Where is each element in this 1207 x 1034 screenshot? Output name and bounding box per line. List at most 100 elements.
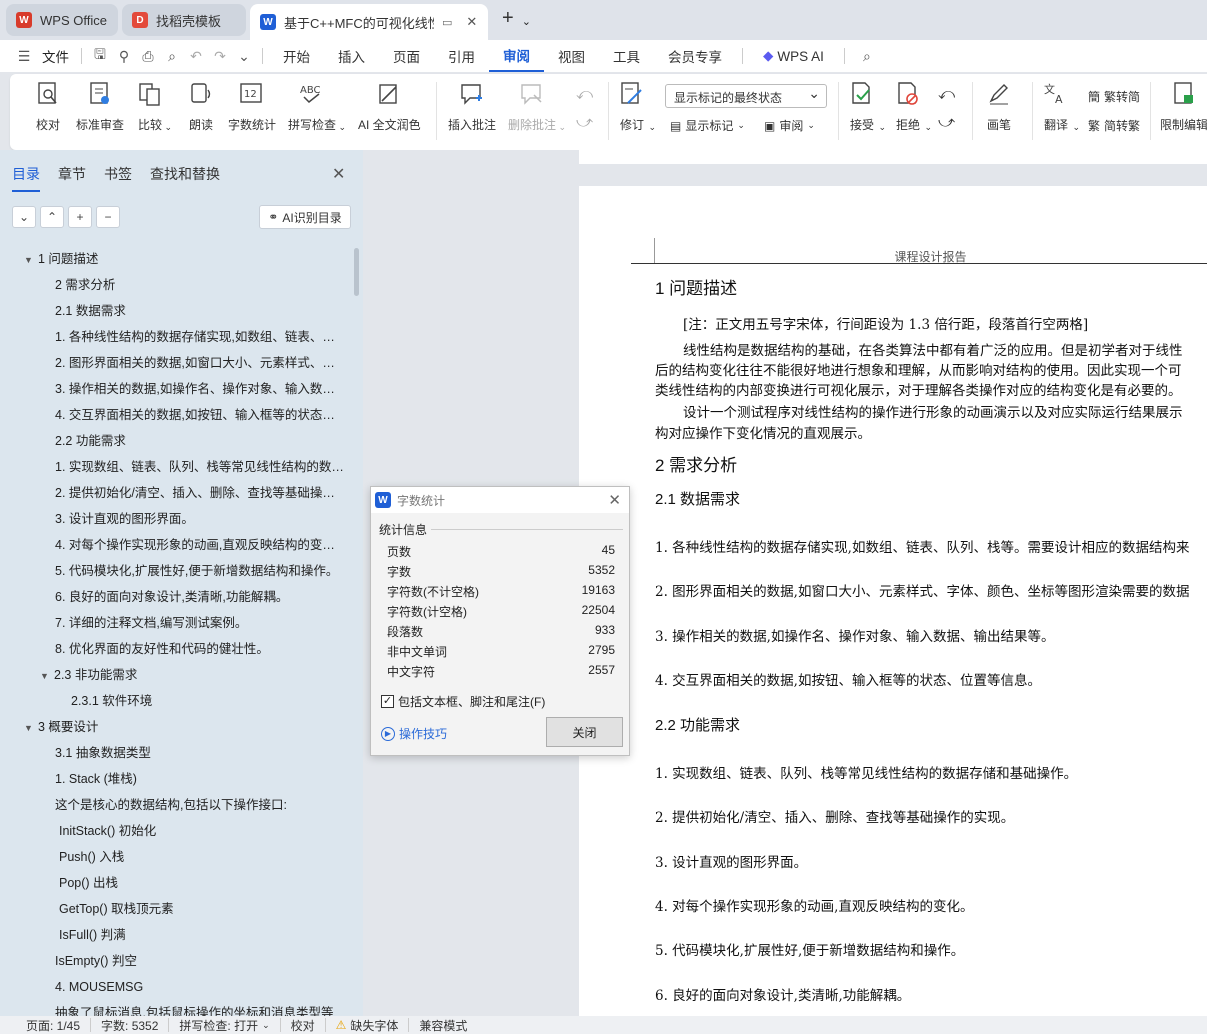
revision-button[interactable]: 修订 ⌄ [618, 80, 656, 133]
toc-item[interactable]: 2.3.1 软件环境 [71, 688, 345, 714]
hamburger-icon[interactable]: ☰ [12, 48, 36, 65]
insert-comment-button[interactable]: 插入批注 [448, 80, 496, 133]
toc-item[interactable]: GetTop() 取栈顶元素 [59, 896, 345, 922]
toc-item[interactable]: IsEmpty() 判空 [55, 948, 345, 974]
chevron-down-icon[interactable]: ⌄ [232, 48, 256, 65]
toc-item[interactable]: 6. 良好的面向对象设计,类清晰,功能解耦。 [55, 584, 345, 610]
ai-polish-button[interactable]: AI 全文润色 [358, 80, 421, 133]
collapse-down-button[interactable]: ⌄ [12, 206, 36, 228]
prev-change-button[interactable]: ⤺ [938, 86, 955, 104]
pen-button[interactable]: 画笔 [985, 80, 1013, 133]
toc-item[interactable]: 5. 代码模块化,扩展性好,便于新增数据结构和操作。 [55, 558, 345, 584]
chevron-down-icon[interactable]: ⌄ [522, 15, 531, 28]
tab-chapters[interactable]: 章节 [58, 164, 86, 192]
toc-item[interactable]: 4. 对每个操作实现形象的动画,直观反映结构的变化。 [55, 532, 345, 558]
toc-item[interactable]: 这个是核心的数据结构,包括以下操作接口: [55, 792, 345, 818]
menu-file[interactable]: 文件 [36, 46, 75, 66]
menu-tools[interactable]: 工具 [599, 40, 654, 72]
remove-heading-button[interactable]: − [96, 206, 120, 228]
menu-home[interactable]: 开始 [269, 40, 324, 72]
toc-item[interactable]: 2.2 功能需求 [55, 428, 345, 454]
next-comment-button[interactable]: ⤻ [576, 114, 593, 132]
to-simplified-button[interactable]: 繁简转繁 [1088, 117, 1140, 134]
tab-wps-office[interactable]: W WPS Office [6, 4, 118, 36]
toc-scrollbar[interactable] [354, 248, 359, 296]
new-tab-icon[interactable]: + [502, 7, 514, 30]
ai-recognize-toc-button[interactable]: ⚭ AI识别目录 [259, 205, 351, 229]
print-icon[interactable]: ⎙ [136, 48, 160, 65]
expand-triangle-icon[interactable]: ▼ [24, 247, 38, 272]
translate-button[interactable]: 文 A 翻译 ⌄ [1042, 80, 1080, 133]
toc-item[interactable]: ▼ 2.3 非功能需求 [40, 662, 345, 688]
search-icon[interactable]: ⌕ [855, 48, 879, 65]
prev-comment-button[interactable]: ⤺ [576, 86, 593, 104]
delete-comment-button[interactable]: 删除批注 ⌄ [508, 80, 566, 133]
add-heading-button[interactable]: + [68, 206, 92, 228]
toc-item[interactable]: 3.1 抽象数据类型 [55, 740, 345, 766]
review-pane-button[interactable]: ▣ 审阅 ⌄ [764, 117, 815, 134]
toc-item[interactable]: 1. Stack (堆栈) [55, 766, 345, 792]
menu-member[interactable]: 会员专享 [654, 40, 736, 72]
save-icon[interactable]: 🖫 [88, 44, 112, 68]
toc-item[interactable]: 1. 实现数组、链表、队列、栈等常见线性结构的数据存储和基础操作。 [55, 454, 345, 480]
toc-item[interactable]: 2 需求分析 [55, 272, 345, 298]
tab-templates[interactable]: D 找稻壳模板 [122, 4, 246, 36]
menu-view[interactable]: 视图 [544, 40, 599, 72]
restrict-edit-button[interactable]: 限制编辑 [1160, 80, 1207, 133]
include-textbox-checkbox[interactable]: ✓ 包括文本框、脚注和尾注(F) [381, 693, 545, 710]
expand-triangle-icon[interactable]: ▼ [40, 663, 54, 688]
status-words[interactable]: 字数: 5352 [91, 1018, 170, 1033]
redo-icon[interactable]: ↷ [208, 48, 232, 65]
toc-item[interactable]: 1. 各种线性结构的数据存储实现,如数组、链表、队列、栈等。需要设计相应的数据结… [55, 324, 345, 350]
menu-page[interactable]: 页面 [379, 40, 434, 72]
toc-item[interactable]: Pop() 出栈 [59, 870, 345, 896]
print-preview-icon[interactable]: ⌕ [160, 48, 184, 65]
share-icon[interactable]: ⚲ [112, 48, 136, 65]
close-icon[interactable]: ✕ [608, 491, 621, 509]
accept-button[interactable]: 接受 ⌄ [848, 80, 886, 133]
toc-item[interactable]: IsFull() 判满 [59, 922, 345, 948]
status-page[interactable]: 页面: 1/45 [16, 1018, 92, 1033]
tab-toc[interactable]: 目录 [12, 164, 40, 192]
tab-find-replace[interactable]: 查找和替换 [150, 164, 220, 192]
read-aloud-button[interactable]: 朗读 [187, 80, 215, 133]
toc-item[interactable]: ▼ 3 概要设计 [24, 714, 345, 740]
toc-item[interactable]: 4. MOUSEMSG [55, 974, 345, 1000]
status-spell-check[interactable]: 拼写检查: 打开 ⌄ [169, 1018, 281, 1033]
reject-button[interactable]: 拒绝 ⌄ [894, 80, 932, 133]
dialog-titlebar[interactable]: W 字数统计 [371, 487, 629, 513]
toc-item[interactable]: 2. 图形界面相关的数据,如窗口大小、元素样式、字体、颜色、坐标等图形渲染需要的… [55, 350, 345, 376]
markup-mode-select[interactable]: 显示标记的最终状态 [665, 84, 827, 108]
status-proofread[interactable]: 校对 [281, 1018, 326, 1033]
compare-button[interactable]: 比较 ⌄ [136, 80, 172, 133]
tab-document[interactable]: W 基于C++MFC的可视化线性表 ▭ ✕ [250, 4, 488, 40]
menu-wps-ai[interactable]: ◆ WPS AI [749, 40, 838, 72]
toc-item[interactable]: 4. 交互界面相关的数据,如按钮、输入框等的状态、位置等信息。 [55, 402, 345, 428]
toc-item[interactable]: ▼ 1 问题描述 [24, 246, 345, 272]
toc-item[interactable]: 2.1 数据需求 [55, 298, 345, 324]
proofread-button[interactable]: 校对 [34, 80, 62, 133]
expand-triangle-icon[interactable]: ▼ [24, 715, 38, 740]
toc-item[interactable]: Push() 入栈 [59, 844, 345, 870]
close-icon[interactable]: ✕ [332, 164, 345, 184]
next-change-button[interactable]: ⤻ [938, 114, 955, 132]
menu-insert[interactable]: 插入 [324, 40, 379, 72]
show-markup-button[interactable]: ▤ 显示标记 ⌄ [670, 117, 745, 134]
tab-bookmarks[interactable]: 书签 [104, 164, 132, 192]
toc-item[interactable]: 2. 提供初始化/清空、插入、删除、查找等基础操作的实现。 [55, 480, 345, 506]
standard-review-button[interactable]: 标准审查 [76, 80, 124, 133]
collapse-up-button[interactable]: ⌃ [40, 206, 64, 228]
tips-link[interactable]: ▶ 操作技巧 [381, 725, 447, 742]
to-traditional-button[interactable]: 簡繁转简 [1088, 88, 1140, 105]
toc-item[interactable]: 3. 操作相关的数据,如操作名、操作对象、输入数据、输出结果等。 [55, 376, 345, 402]
toc-item[interactable]: InitStack() 初始化 [59, 818, 345, 844]
close-tab-icon[interactable]: ✕ [466, 14, 477, 30]
menu-review[interactable]: 审阅 [489, 40, 544, 72]
monitor-icon[interactable]: ▭ [442, 16, 452, 29]
spell-check-button[interactable]: ABC 拼写检查 ⌄ [288, 80, 346, 133]
word-count-button[interactable]: 12 字数统计 [228, 80, 276, 133]
status-missing-font[interactable]: ⚠ 缺失字体 [326, 1018, 410, 1033]
toc-item[interactable]: 8. 优化界面的友好性和代码的健壮性。 [55, 636, 345, 662]
menu-references[interactable]: 引用 [434, 40, 489, 72]
toc-item[interactable]: 7. 详细的注释文档,编写测试案例。 [55, 610, 345, 636]
